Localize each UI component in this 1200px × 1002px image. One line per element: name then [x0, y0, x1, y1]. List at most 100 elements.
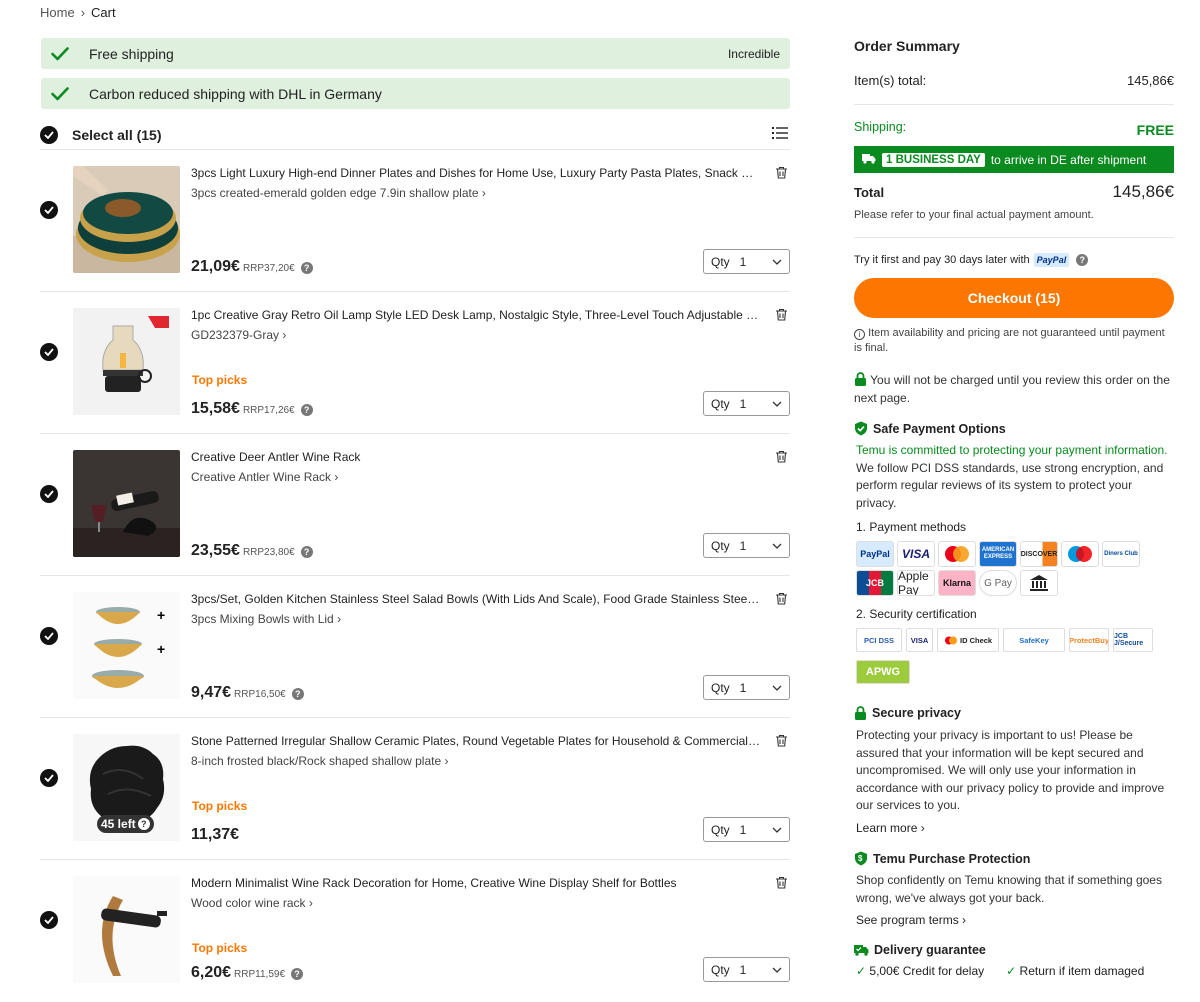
stock-badge: 45 left? — [97, 815, 154, 833]
qty-select[interactable]: Qty 1 — [703, 675, 790, 700]
delivery-guarantee-heading: Delivery guarantee — [854, 943, 1174, 957]
item-checkbox[interactable] — [40, 201, 58, 219]
total-label: Total — [854, 185, 885, 200]
chevron-down-icon — [772, 401, 782, 407]
qty-select[interactable]: Qty 1 — [703, 533, 790, 558]
price-current: 11,37€ — [191, 826, 240, 843]
cart-item: 1pc Creative Gray Retro Oil Lamp Style L… — [40, 292, 790, 434]
question-icon[interactable]: ? — [291, 968, 304, 980]
payment-methods: PayPal VISA AMERICAN EXPRESS DISCOVER Di… — [854, 541, 1174, 596]
maestro-icon — [1061, 541, 1099, 567]
item-checkbox[interactable] — [40, 911, 58, 929]
shield-check-icon — [855, 421, 867, 436]
learn-more-link[interactable]: Learn more › — [854, 821, 1174, 835]
list-view-icon[interactable] — [772, 126, 788, 144]
qty-select[interactable]: Qty 1 — [703, 249, 790, 274]
item-checkbox[interactable] — [40, 485, 58, 503]
question-icon[interactable]: ? — [300, 546, 313, 558]
security-badges: PCI DSS VISA ID Check SafeKey ProtectBuy… — [854, 628, 1174, 684]
price-current: 23,55€ — [191, 542, 240, 559]
svg-text:+: + — [157, 641, 165, 657]
product-image-oil-lamp[interactable] — [73, 308, 180, 415]
checkout-button[interactable]: Checkout (15) — [854, 278, 1174, 318]
item-price: 9,47€ RRP16,50€? — [191, 684, 304, 702]
item-variant[interactable]: GD232379-Gray › — [191, 328, 286, 342]
breadcrumb: Home › Cart — [40, 5, 116, 20]
item-variant[interactable]: 3pcs created-emerald golden edge 7.9in s… — [191, 186, 486, 200]
item-checkbox[interactable] — [40, 343, 58, 361]
jcb-jsecure-badge: JCB J/Secure — [1113, 628, 1153, 652]
visa-icon: VISA — [897, 541, 935, 567]
security-title: 2. Security certification — [856, 607, 977, 621]
item-variant[interactable]: Creative Antler Wine Rack › — [191, 470, 338, 484]
checkmark-icon — [44, 130, 54, 139]
apwg-badge: APWG — [856, 660, 910, 684]
item-title[interactable]: 1pc Creative Gray Retro Oil Lamp Style L… — [191, 308, 761, 322]
divider — [854, 237, 1174, 238]
product-image-dinner-plates[interactable] — [73, 166, 180, 273]
program-terms-link[interactable]: See program terms › — [854, 913, 1174, 927]
lock-icon — [855, 706, 866, 720]
shipping-row: Shipping: FREE — [854, 120, 1174, 138]
cart-item: + + 3pcs/Set, Golden Kitchen Stainless St… — [40, 576, 790, 718]
breadcrumb-home[interactable]: Home — [40, 5, 75, 20]
svg-text:$: $ — [858, 854, 863, 863]
qty-select[interactable]: Qty 1 — [703, 817, 790, 842]
paypal-icon: PayPal — [856, 541, 894, 567]
qty-select[interactable]: Qty 1 — [703, 957, 790, 982]
not-charged-note: You will not be charged until you review… — [854, 372, 1170, 405]
free-shipping-right: Incredible — [727, 46, 780, 61]
chevron-right-icon: › — [282, 328, 287, 342]
delete-icon[interactable] — [775, 308, 788, 326]
bank-icon — [1020, 570, 1058, 596]
divider — [854, 104, 1174, 105]
question-icon[interactable]: ? — [1076, 254, 1089, 266]
delete-icon[interactable] — [775, 166, 788, 184]
jcb-icon: JCB — [856, 570, 894, 596]
chevron-down-icon — [772, 543, 782, 549]
question-icon[interactable]: ? — [291, 688, 304, 700]
product-image-salad-bowls[interactable]: + + — [73, 592, 180, 699]
cart-item: 45 left? Stone Patterned Irregular Shall… — [40, 718, 790, 860]
item-title[interactable]: 3pcs/Set, Golden Kitchen Stainless Steel… — [191, 592, 761, 606]
item-title[interactable]: Modern Minimalist Wine Rack Decoration f… — [191, 876, 761, 890]
delete-icon[interactable] — [775, 734, 788, 752]
item-checkbox[interactable] — [40, 769, 58, 787]
product-image-wood-wine-rack[interactable] — [73, 876, 180, 983]
guarantee-item: ✓ 5,00€ Credit for delay — [856, 964, 985, 978]
truck-icon — [862, 153, 876, 167]
truck-check-icon — [854, 945, 869, 956]
total-value: 145,86€ — [1112, 182, 1174, 201]
delete-icon[interactable] — [775, 876, 788, 894]
item-variant[interactable]: Wood color wine rack › — [191, 896, 313, 910]
item-title[interactable]: 3pcs Light Luxury High-end Dinner Plates… — [191, 166, 761, 180]
amex-safekey-badge: SafeKey — [1003, 628, 1065, 652]
chevron-down-icon — [772, 827, 782, 833]
question-icon[interactable]: ? — [300, 262, 313, 274]
free-shipping-label: Free shipping — [89, 45, 174, 62]
delete-icon[interactable] — [775, 450, 788, 468]
item-title[interactable]: Creative Deer Antler Wine Rack — [191, 450, 761, 464]
item-variant[interactable]: 8-inch frosted black/Rock shaped shallow… — [191, 754, 448, 768]
qty-select[interactable]: Qty 1 — [703, 391, 790, 416]
chevron-right-icon: › — [481, 186, 486, 200]
item-price: 15,58€ RRP17,26€? — [191, 400, 313, 418]
diners-club-icon: Diners Club — [1102, 541, 1140, 567]
klarna-icon: Klarna — [938, 570, 976, 596]
delete-icon[interactable] — [775, 592, 788, 610]
checkmark-icon — [44, 348, 54, 356]
product-image-antler-wine-rack[interactable] — [73, 450, 180, 557]
select-all-checkbox[interactable] — [40, 125, 58, 144]
item-price: 11,37€ — [191, 826, 239, 844]
price-rrp: RRP37,20€ — [242, 263, 295, 274]
price-rrp: RRP23,80€ — [242, 547, 295, 558]
item-checkbox[interactable] — [40, 627, 58, 645]
question-icon[interactable]: ? — [137, 818, 150, 830]
product-image-stone-plates[interactable]: 45 left? — [73, 734, 180, 841]
item-title[interactable]: Stone Patterned Irregular Shallow Cerami… — [191, 734, 761, 748]
check-icon: ✓ — [856, 964, 867, 978]
question-icon[interactable]: ? — [300, 404, 313, 416]
lock-icon — [854, 372, 867, 387]
select-all-label[interactable]: Select all (15) — [72, 127, 162, 143]
item-variant[interactable]: 3pcs Mixing Bowls with Lid › — [191, 612, 341, 626]
